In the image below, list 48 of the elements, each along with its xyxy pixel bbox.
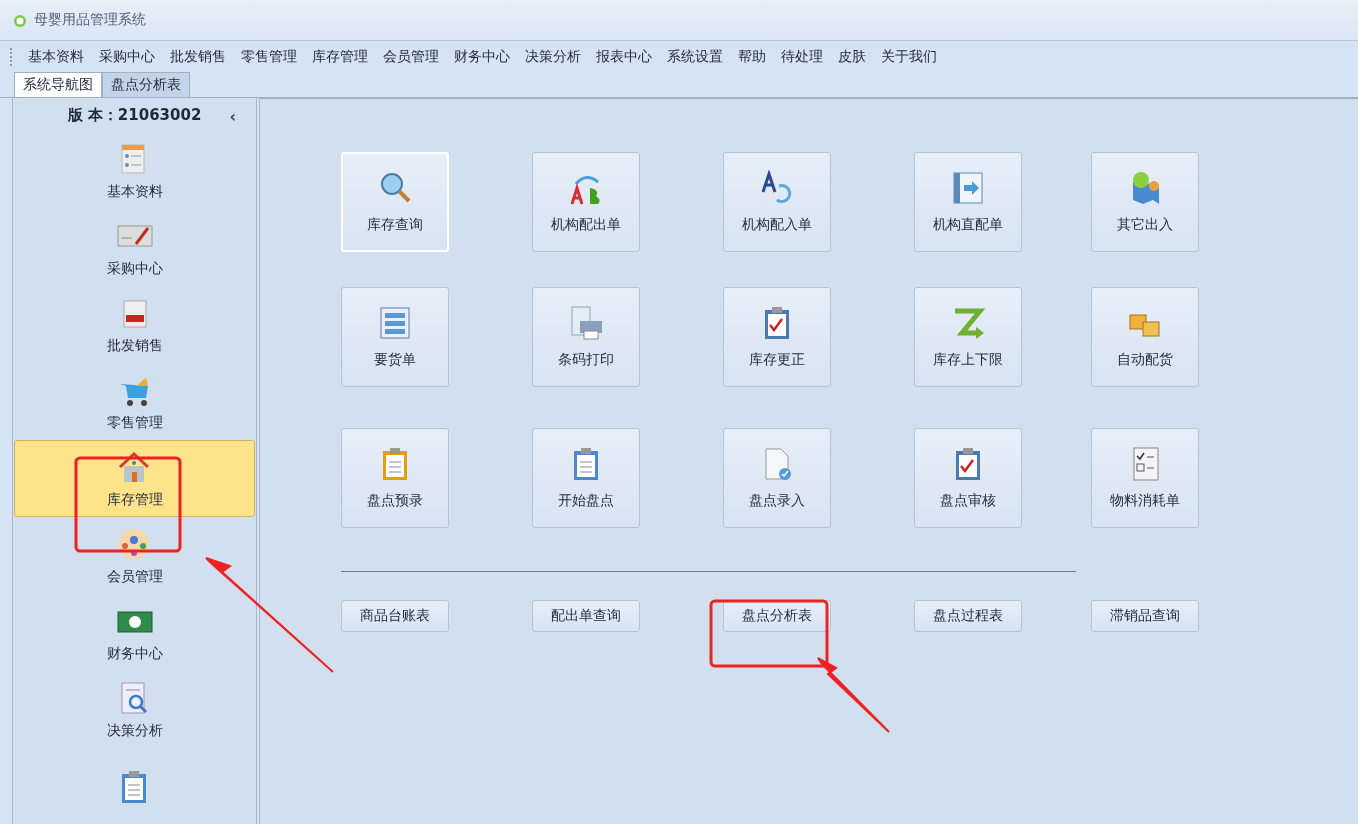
- module-tile[interactable]: 盘点录入: [723, 428, 831, 528]
- module-tile[interactable]: 盘点审核: [914, 428, 1022, 528]
- list-icon: [377, 305, 413, 341]
- window-title: 母婴用品管理系统: [34, 11, 146, 29]
- printer-icon: [568, 305, 604, 341]
- report-button[interactable]: 滞销品查询: [1091, 600, 1199, 632]
- sidebar-item[interactable]: 零售管理: [14, 363, 255, 441]
- sidebar-item[interactable]: 批发销售: [14, 286, 255, 364]
- module-tile[interactable]: 库存更正: [723, 287, 831, 387]
- menu-item[interactable]: 报表中心: [589, 48, 660, 66]
- sidebar-item[interactable]: 基本资料: [14, 132, 255, 210]
- module-tile[interactable]: 开始盘点: [532, 428, 640, 528]
- module-tile[interactable]: 其它出入: [1091, 152, 1199, 252]
- module-tile[interactable]: 物料消耗单: [1091, 428, 1199, 528]
- module-tile[interactable]: 要货单: [341, 287, 449, 387]
- menu-item[interactable]: 帮助: [731, 48, 774, 66]
- module-tile[interactable]: 自动配货: [1091, 287, 1199, 387]
- menu-item[interactable]: 皮肤: [831, 48, 874, 66]
- tab[interactable]: 盘点分析表: [102, 72, 190, 97]
- report-button[interactable]: 配出单查询: [532, 600, 640, 632]
- module-tile[interactable]: 库存查询: [341, 152, 449, 252]
- tab[interactable]: 系统导航图: [14, 72, 102, 97]
- menu-item[interactable]: 会员管理: [376, 48, 447, 66]
- sidebar-item[interactable]: 决策分析: [14, 671, 255, 749]
- collapse-button[interactable]: ‹: [223, 106, 242, 127]
- menu-item[interactable]: 待处理: [774, 48, 831, 66]
- version-label: 版 本：21063002: [67, 105, 202, 125]
- menu-item[interactable]: 基本资料: [21, 48, 92, 66]
- menu-item[interactable]: 采购中心: [92, 48, 163, 66]
- menu-item[interactable]: 批发销售: [163, 48, 234, 66]
- menu-item[interactable]: 关于我们: [874, 48, 945, 66]
- sidebar-item[interactable]: 财务中心: [14, 594, 255, 672]
- menu-item[interactable]: 库存管理: [305, 48, 376, 66]
- module-tile[interactable]: 库存上下限: [914, 287, 1022, 387]
- module-tile[interactable]: 条码打印: [532, 287, 640, 387]
- report-button[interactable]: 商品台账表: [341, 600, 449, 632]
- module-tile[interactable]: 机构配入单: [723, 152, 831, 252]
- module-tile[interactable]: 机构配出单: [532, 152, 640, 252]
- module-tile[interactable]: 机构直配单: [914, 152, 1022, 252]
- menu-item[interactable]: 决策分析: [518, 48, 589, 66]
- menu-item[interactable]: 财务中心: [447, 48, 518, 66]
- module-tile[interactable]: 盘点预录: [341, 428, 449, 528]
- menu-item[interactable]: 零售管理: [234, 48, 305, 66]
- sidebar-item[interactable]: 库存管理: [14, 440, 255, 518]
- menu-item[interactable]: 系统设置: [660, 48, 731, 66]
- report-button[interactable]: 盘点过程表: [914, 600, 1022, 632]
- app-logo-icon: [12, 12, 28, 28]
- sidebar-item[interactable]: 采购中心: [14, 209, 255, 287]
